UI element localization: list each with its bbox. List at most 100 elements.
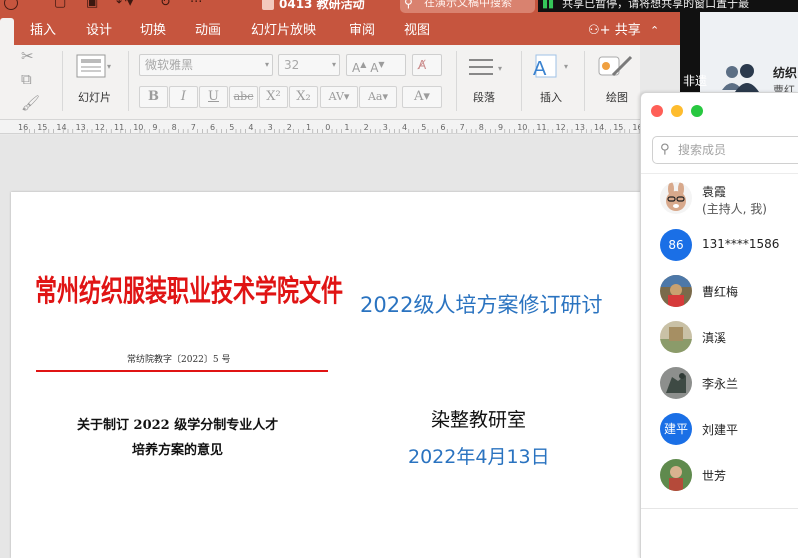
insert-label: 插入 <box>540 91 562 104</box>
font-size-select[interactable]: 32 ▾ <box>278 54 340 76</box>
undo-icon[interactable]: ↶▾ <box>116 0 133 10</box>
member-row[interactable]: 建平 刘建平 <box>641 413 798 457</box>
superscript-button[interactable]: X² <box>259 86 288 108</box>
member-row[interactable]: 袁霞 (主持人, 我) <box>641 182 798 226</box>
change-case-button[interactable]: Aa▾ <box>359 86 397 108</box>
tab-review[interactable]: 审阅 <box>349 16 375 45</box>
slides-label: 幻灯片 <box>78 91 111 104</box>
char-spacing-button[interactable]: AV▾ <box>320 86 358 108</box>
svg-text:▾: ▾ <box>107 62 111 71</box>
ruler-number: 11 <box>536 123 546 132</box>
ruler-number: 4 <box>248 123 253 132</box>
ruler-number: 13 <box>76 123 86 132</box>
save-icon[interactable]: ▣ <box>86 0 98 10</box>
slide-canvas[interactable]: 常州纺织服装职业技术学院文件 常纺院教字〔2022〕5 号 关于制订 2022 … <box>11 192 640 558</box>
collapse-ribbon-icon[interactable]: ⌃ <box>650 16 659 45</box>
org-title[interactable]: 常州纺织服装职业技术学院文件 <box>35 267 343 310</box>
window-control-icon[interactable] <box>4 0 18 10</box>
ruler-number: 9 <box>498 123 503 132</box>
subscript-button[interactable]: X₂ <box>289 86 318 108</box>
member-row[interactable]: 86 131****1586 <box>641 229 798 273</box>
redo-icon[interactable]: ↻ <box>160 0 171 10</box>
red-divider-line <box>36 370 328 372</box>
copy-icon[interactable]: ⧉ <box>21 71 32 87</box>
ruler-number: 15 <box>613 123 623 132</box>
horizontal-ruler: 16 15 14 13 12 11 10 9 8 7 6 5 4 3 2 1 0 1 2 3 4 5 6 7 8 9 10 11 12 1… <box>0 120 640 134</box>
ruler-number: 1 <box>306 123 311 132</box>
member-search-input[interactable]: ⚲ 搜索成员 <box>652 136 798 164</box>
ruler-number: 9 <box>152 123 157 132</box>
background-app-text: 非遗 <box>683 74 708 88</box>
zoom-window-icon[interactable] <box>691 105 703 117</box>
search-icon: ⚲ <box>404 0 413 10</box>
notice-title-line2[interactable]: 培养方案的意见 <box>132 439 223 458</box>
slide-date[interactable]: 2022年4月13日 <box>408 442 550 469</box>
member-row[interactable]: 曹红梅 <box>641 275 798 319</box>
ruler-number: 6 <box>210 123 215 132</box>
share-button[interactable]: ⚇+ 共享 <box>588 16 641 45</box>
ppt-search-placeholder: 在演示文稿中搜索 <box>424 0 512 9</box>
strikethrough-button[interactable]: abc <box>229 86 258 108</box>
ruler-number: 16 <box>18 123 28 132</box>
ruler-number: 0 <box>325 123 330 132</box>
notice-title-line1[interactable]: 关于制订 2022 级学分制专业人才 <box>77 414 278 433</box>
font-size-adjust-buttons[interactable]: A▲ A▼ <box>346 54 406 76</box>
ruler-number: 10 <box>133 123 143 132</box>
document-number[interactable]: 常纺院教字〔2022〕5 号 <box>127 352 231 365</box>
underline-button[interactable]: U <box>199 86 228 108</box>
member-row[interactable]: 世芳 <box>641 459 798 503</box>
ruler-number: 15 <box>37 123 47 132</box>
cut-icon[interactable]: ✂ <box>21 48 34 64</box>
font-name-value: 微软雅黑 <box>145 58 194 72</box>
member-name: 曹红梅 <box>702 285 739 299</box>
ppt-search-box[interactable]: ⚲ 在演示文稿中搜索 <box>400 0 535 13</box>
ruler-number: 1 <box>344 123 349 132</box>
tab-transitions[interactable]: 切换 <box>140 16 166 45</box>
tab-design[interactable]: 设计 <box>86 16 112 45</box>
tab-animations[interactable]: 动画 <box>195 16 221 45</box>
minimize-window-icon[interactable] <box>671 105 683 117</box>
member-name: 滇溪 <box>702 331 727 345</box>
member-name: 131****1586 <box>702 237 780 251</box>
font-name-select[interactable]: 微软雅黑 ▾ <box>139 54 273 76</box>
bold-button[interactable]: B <box>139 86 168 108</box>
member-role: (主持人, 我) <box>702 202 767 216</box>
people-icon <box>722 64 759 92</box>
tab-view[interactable]: 视图 <box>404 16 430 45</box>
share-banner-text: 共享已暂停，请将想共享的窗口置于最 <box>562 0 750 10</box>
close-window-icon[interactable] <box>651 105 663 117</box>
tab-slideshow[interactable]: 幻灯片放映 <box>251 16 316 45</box>
search-icon: ⚲ <box>660 142 670 157</box>
ruler-number: 11 <box>114 123 124 132</box>
more-icon[interactable]: ··· <box>190 0 202 10</box>
font-color-button[interactable]: A▾ <box>402 86 442 108</box>
ruler-number: 16 <box>632 123 640 132</box>
photo-avatar-icon <box>660 459 692 491</box>
svg-text:A: A <box>533 58 547 80</box>
ruler-number: 3 <box>268 123 273 132</box>
tab-insert[interactable]: 插入 <box>30 16 56 45</box>
insert-shape-icon[interactable]: A ▾ <box>530 53 574 83</box>
document-icon <box>262 0 274 10</box>
ruler-number: 8 <box>479 123 484 132</box>
member-name: 刘建平 <box>702 423 739 437</box>
member-avatar: 86 <box>660 229 692 261</box>
office-name[interactable]: 染整教研室 <box>431 405 526 432</box>
format-painter-icon[interactable]: 🖌 <box>21 95 40 111</box>
italic-button[interactable]: I <box>169 86 198 108</box>
ruler-number: 4 <box>402 123 407 132</box>
member-row[interactable]: 滇溪 <box>641 321 798 365</box>
member-name: 袁霞 <box>702 185 727 199</box>
ruler-number: 14 <box>56 123 66 132</box>
new-slide-icon[interactable]: ▾ <box>76 53 112 83</box>
new-file-icon[interactable]: ▢ <box>54 0 66 10</box>
tab-home[interactable] <box>0 18 14 45</box>
clear-format-icon[interactable]: A̸ <box>412 54 442 76</box>
seminar-title[interactable]: 2022级人培方案修订研讨 <box>360 289 602 319</box>
paragraph-label: 段落 <box>473 91 495 104</box>
document-title: 0413 教研活动 <box>279 0 365 11</box>
paragraph-icon[interactable]: ▾ <box>467 57 507 81</box>
drawing-icon[interactable] <box>597 53 641 83</box>
ruler-number: 2 <box>287 123 292 132</box>
member-row[interactable]: 李永兰 <box>641 367 798 411</box>
